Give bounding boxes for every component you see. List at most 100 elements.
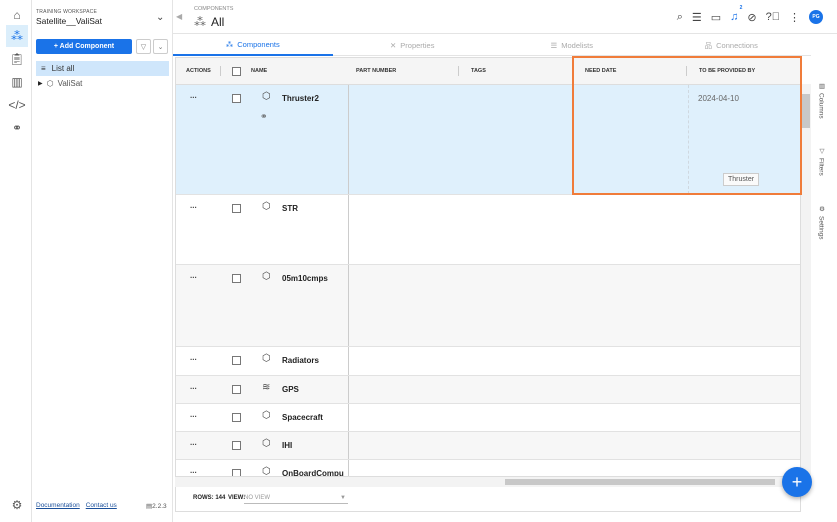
row-actions-button[interactable]: ... [190, 353, 197, 362]
component-name[interactable]: Thruster2 [282, 94, 319, 103]
sliders-icon: ☰ [550, 40, 558, 50]
col-tags[interactable]: TAGS [471, 68, 486, 74]
filter-button[interactable]: ▽ [136, 39, 151, 54]
list-all-label: List all [51, 64, 75, 73]
cube-icon: ⬡ [262, 91, 271, 102]
filters-panel-button[interactable]: ▽ Filters [817, 147, 826, 176]
documentation-link[interactable]: Documentation [36, 502, 80, 509]
components-icon: ⁂ [194, 15, 206, 29]
expand-icon[interactable]: ▶ [38, 80, 43, 87]
cube-icon: ⬡ [262, 410, 271, 421]
component-name[interactable]: GPS [282, 385, 299, 394]
row-checkbox[interactable] [232, 385, 241, 394]
clipboard-icon[interactable]: 📋︎ [6, 48, 28, 70]
tab-connections[interactable]: 品 Connections [651, 35, 811, 56]
side-panel: ▥ Columns ▽ Filters ⚙ Settings [811, 57, 837, 487]
breadcrumb: COMPONENTS [194, 6, 234, 12]
row-checkbox[interactable] [232, 356, 241, 365]
dropdown-button[interactable]: ⌄ [153, 39, 168, 54]
add-fab-button[interactable]: + [782, 467, 812, 497]
component-name[interactable]: IHI [282, 441, 292, 450]
cube-icon: ⬡ [262, 271, 271, 282]
row-actions-button[interactable]: ... [190, 382, 197, 391]
bell-icon[interactable]: ♫ 2 [730, 5, 742, 23]
link-icon[interactable]: ⚭ [6, 117, 28, 139]
component-name[interactable]: 05m10cmps [282, 274, 328, 283]
collapse-sidebar-icon[interactable]: ◀ [176, 12, 182, 21]
columns-panel-button[interactable]: ▥ Columns [817, 82, 826, 119]
tree-item-valisat[interactable]: ▶ ⬡ ValiSat [38, 79, 82, 88]
table-row[interactable]: ... ⬡ 05m10cmps [176, 265, 800, 347]
row-checkbox[interactable] [232, 274, 241, 283]
link-icon[interactable]: ⚭ [260, 111, 268, 122]
workspace-name[interactable]: Satellite__ValiSat [36, 16, 102, 26]
row-actions-button[interactable]: ... [190, 466, 197, 475]
highlight-box [572, 56, 802, 195]
avatar[interactable]: PG [809, 10, 823, 24]
home-icon[interactable]: ⌂ [6, 4, 28, 26]
row-actions-button[interactable]: ... [190, 410, 197, 419]
tab-components[interactable]: ⁂ Components [173, 35, 333, 56]
search-icon[interactable]: ⌕ [677, 11, 683, 24]
settings-panel-button[interactable]: ⚙ Settings [817, 205, 826, 240]
cube-icon: ⬡ [46, 79, 54, 88]
stack-icon: ≋ [262, 382, 271, 393]
component-name[interactable]: Radiators [282, 356, 319, 365]
list-icon: ≡ [41, 64, 46, 73]
cube-icon: ⬡ [262, 201, 271, 212]
add-component-button[interactable]: + Add Component [36, 39, 132, 54]
help-icon[interactable]: ?⃝ [766, 11, 780, 23]
table-row[interactable]: ... ⬡ Radiators [176, 347, 800, 376]
more-icon[interactable]: ⋮ [789, 11, 800, 24]
list-all-item[interactable]: ≡ List all [36, 61, 169, 76]
columns-icon: ▥ [818, 82, 825, 90]
tabs: ⁂ Components ✕ Properties ☰ Modelists 品 Conn… [173, 35, 811, 56]
components-icon[interactable]: ⁂ [6, 25, 28, 47]
row-actions-button[interactable]: ... [190, 91, 197, 100]
component-name[interactable]: Spacecraft [282, 413, 323, 422]
analytics-icon[interactable]: ▥ [6, 71, 28, 93]
view-select[interactable]: NO VIEW ▼ [244, 492, 348, 504]
table-row[interactable]: ... ⬡ STR [176, 195, 800, 265]
horizontal-scrollbar[interactable] [175, 476, 801, 487]
checklist-icon[interactable]: ☰ [692, 11, 702, 24]
col-actions[interactable]: ACTIONS [186, 68, 211, 74]
view-label: VIEW: [228, 495, 246, 501]
row-checkbox[interactable] [232, 413, 241, 422]
table-row[interactable]: ... ⬡ IHI [176, 432, 800, 460]
grid-footer: ROWS: 144 VIEW: NO VIEW ▼ [175, 487, 801, 512]
table-row[interactable]: ... ⬡ Spacecraft [176, 404, 800, 432]
row-checkbox[interactable] [232, 441, 241, 450]
filter-icon: ▽ [818, 147, 825, 155]
code-icon[interactable]: </> [6, 94, 28, 116]
contact-link[interactable]: Contact us [86, 502, 117, 509]
settings-icon[interactable]: ⚙ [6, 494, 28, 516]
check-circle-icon[interactable]: ⊘ [747, 11, 756, 24]
vertical-scrollbar[interactable] [801, 84, 811, 476]
tab-modelists[interactable]: ☰ Modelists [492, 35, 652, 56]
col-name[interactable]: NAME [251, 68, 267, 74]
components-icon: ⁂ [225, 40, 234, 49]
cube-icon: ⬡ [262, 353, 271, 364]
row-actions-button[interactable]: ... [190, 201, 197, 210]
chat-icon[interactable]: ▭ [711, 11, 721, 24]
tooltip: Thruster [723, 173, 760, 186]
col-part-number[interactable]: PART NUMBER [356, 68, 396, 74]
workspace-label: TRAINING WORKSPACE [36, 9, 98, 15]
cube-icon: ⬡ [262, 438, 271, 449]
page-title: ⁂ All [194, 15, 225, 29]
chevron-down-icon[interactable]: ⌄ [156, 12, 164, 23]
row-actions-button[interactable]: ... [190, 271, 197, 280]
version: ▤2.2.3 [146, 503, 167, 510]
tab-properties[interactable]: ✕ Properties [332, 35, 492, 56]
gear-icon: ⚙ [818, 205, 825, 213]
select-all-checkbox[interactable] [232, 67, 241, 76]
row-checkbox[interactable] [232, 94, 241, 103]
sidebar: TRAINING WORKSPACE Satellite__ValiSat ⌄ … [32, 0, 173, 522]
table-row[interactable]: ... ≋ GPS [176, 376, 800, 404]
row-checkbox[interactable] [232, 204, 241, 213]
row-actions-button[interactable]: ... [190, 438, 197, 447]
notification-badge: 2 [739, 5, 743, 11]
header: ◀ COMPONENTS ⁂ All ⌕ ☰ ▭ ♫ 2 ⊘ ?⃝ ⋮ PG [173, 0, 837, 34]
component-name[interactable]: STR [282, 204, 298, 213]
